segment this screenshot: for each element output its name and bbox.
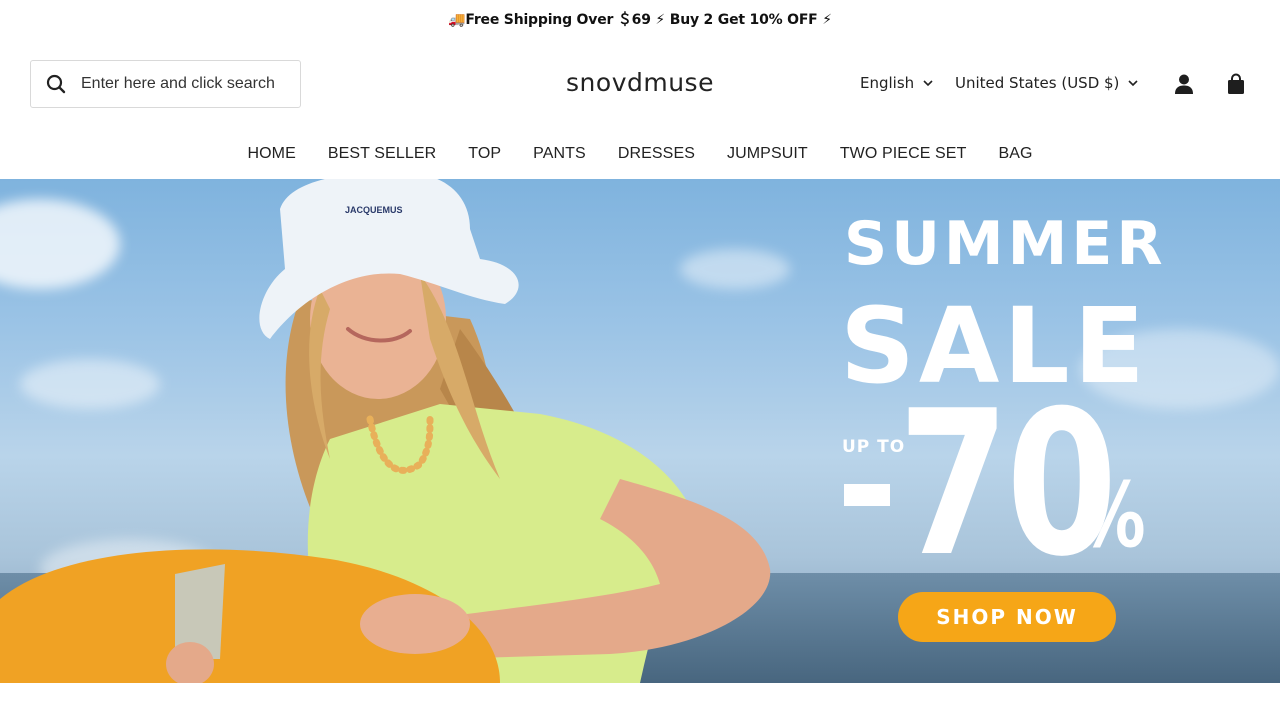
nav-item-bag[interactable]: BAG bbox=[998, 145, 1032, 163]
currency-selector[interactable]: United States (USD $) bbox=[955, 74, 1138, 92]
store-logo[interactable]: snovdmuse bbox=[566, 68, 714, 97]
cart-icon[interactable] bbox=[1225, 73, 1247, 95]
hat-text: JACQUEMUS bbox=[345, 205, 403, 215]
nav-item-best-seller[interactable]: BEST SELLER bbox=[328, 145, 436, 163]
nav-item-two-piece-set[interactable]: TWO PIECE SET bbox=[840, 145, 967, 163]
announcement-bar: 🚚Free Shipping Over ＄69 ⚡ Buy 2 Get 10% … bbox=[0, 0, 1280, 38]
search-icon[interactable] bbox=[45, 73, 67, 95]
model-photo: JACQUEMUS bbox=[0, 179, 771, 683]
search-box[interactable] bbox=[30, 60, 301, 108]
promo-minus-sign bbox=[844, 484, 890, 506]
nav-item-dresses[interactable]: DRESSES bbox=[618, 145, 695, 163]
nav-item-top[interactable]: TOP bbox=[468, 145, 501, 163]
account-icon[interactable] bbox=[1173, 73, 1195, 95]
language-label: English bbox=[860, 74, 915, 92]
promo-up-to: UP TO bbox=[842, 437, 906, 457]
main-nav: HOME BEST SELLER TOP PANTS DRESSES JUMPS… bbox=[0, 128, 1280, 179]
currency-label: United States (USD $) bbox=[955, 74, 1120, 92]
shop-now-button[interactable]: SHOP NOW bbox=[898, 592, 1116, 642]
language-selector[interactable]: English bbox=[860, 74, 933, 92]
hero-banner[interactable]: JACQUEMUS SUMMER SALE UP TO 70 % SHOP NO… bbox=[0, 179, 1280, 683]
nav-item-jumpsuit[interactable]: JUMPSUIT bbox=[727, 145, 808, 163]
search-input[interactable] bbox=[81, 75, 281, 93]
nav-item-pants[interactable]: PANTS bbox=[533, 145, 586, 163]
nav-item-home[interactable]: HOME bbox=[247, 145, 295, 163]
site-header: snovdmuse English United States (USD $) bbox=[0, 38, 1280, 128]
announcement-text: 🚚Free Shipping Over ＄69 ⚡ Buy 2 Get 10% … bbox=[448, 12, 832, 28]
chevron-down-icon bbox=[923, 78, 933, 88]
promo-line1: SUMMER bbox=[844, 209, 1167, 279]
chevron-down-icon bbox=[1128, 78, 1138, 88]
promo-percent: % bbox=[1078, 463, 1146, 568]
